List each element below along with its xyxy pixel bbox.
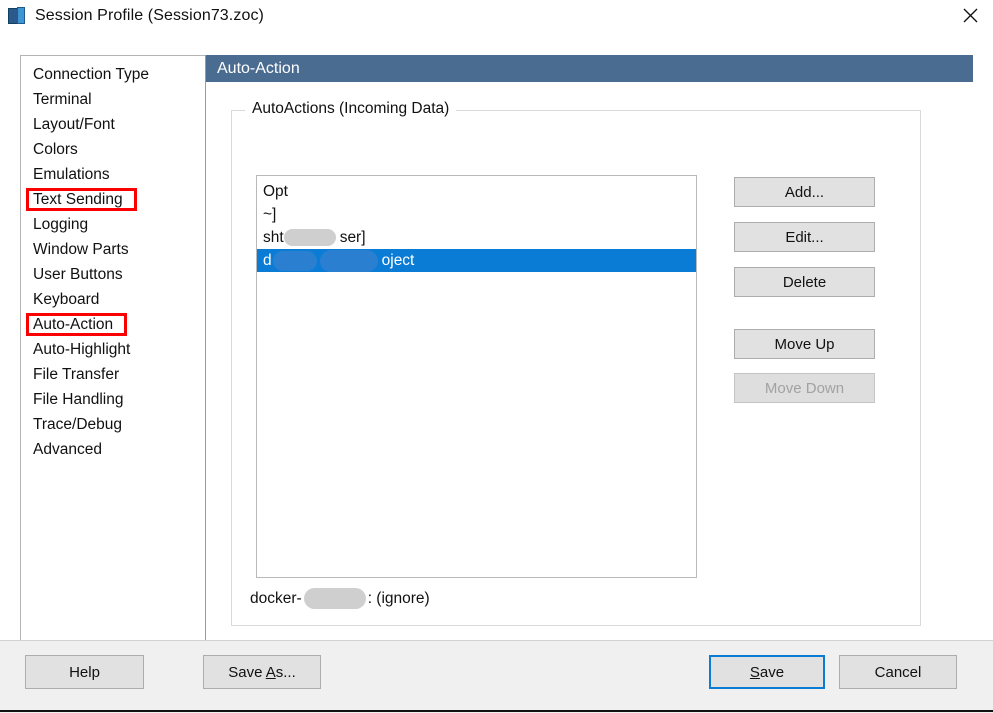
sidebar-item-label: Emulations: [33, 166, 110, 183]
move-down-button-label: Move Down: [764, 379, 845, 397]
sidebar-item-label: Text Sending: [33, 191, 123, 208]
sidebar-item-label: File Transfer: [33, 366, 120, 383]
sidebar-item-colors[interactable]: Colors: [21, 137, 205, 162]
sidebar-item-terminal[interactable]: Terminal: [21, 87, 205, 112]
sidebar-item-file-transfer[interactable]: File Transfer: [21, 362, 205, 387]
add-button-label: Add...: [784, 183, 825, 201]
sidebar-item-logging[interactable]: Logging: [21, 212, 205, 237]
list-item[interactable]: d oject: [257, 249, 696, 272]
edit-button-label: Edit...: [785, 228, 824, 246]
close-icon[interactable]: [947, 0, 993, 31]
add-button[interactable]: Add...: [734, 177, 875, 207]
dialog-body: Connection Type Terminal Layout/Font Colors…: [0, 31, 993, 649]
sidebar-item-auto-action[interactable]: Auto-Action: [21, 312, 205, 337]
move-up-button[interactable]: Move Up: [734, 329, 875, 359]
help-button[interactable]: Help: [25, 655, 144, 689]
sidebar-item-auto-highlight[interactable]: Auto-Highlight: [21, 337, 205, 362]
dialog-footer: Help Save As... Save Cancel: [0, 640, 993, 713]
sidebar-item-label: User Buttons: [33, 266, 123, 283]
sidebar-item-window-parts[interactable]: Window Parts: [21, 237, 205, 262]
sidebar-item-label: Advanced: [33, 441, 102, 458]
sidebar-item-keyboard[interactable]: Keyboard: [21, 287, 205, 312]
status-suffix: : (ignore): [367, 589, 430, 607]
redaction-blob: [272, 250, 317, 271]
panel-header: Auto-Action: [206, 55, 973, 82]
cancel-button-label: Cancel: [874, 663, 922, 681]
list-item[interactable]: ~]: [257, 203, 696, 226]
sidebar-item-layout-font[interactable]: Layout/Font: [21, 112, 205, 137]
delete-button-label: Delete: [782, 273, 827, 291]
move-up-button-label: Move Up: [774, 335, 835, 353]
selected-action-summary: docker- : (ignore): [250, 588, 430, 609]
title-bar: Session Profile (Session73.zoc): [0, 0, 993, 31]
sidebar-item-user-buttons[interactable]: User Buttons: [21, 262, 205, 287]
save-as-button[interactable]: Save As...: [203, 655, 321, 689]
autoactions-groupbox-legend: AutoActions (Incoming Data): [245, 100, 457, 118]
sidebar-item-label: Window Parts: [33, 241, 129, 258]
redaction-blob: [283, 229, 336, 247]
list-item-prefix: ~]: [263, 206, 277, 223]
sidebar-item-label: Auto-Action: [33, 316, 114, 333]
sidebar-item-text-sending[interactable]: Text Sending: [21, 187, 205, 212]
move-down-button: Move Down: [734, 373, 875, 403]
list-item[interactable]: sht ser]: [257, 226, 696, 249]
delete-button[interactable]: Delete: [734, 267, 875, 297]
sidebar-item-label: File Handling: [33, 391, 124, 408]
redaction-blob: [319, 249, 378, 272]
sidebar-item-connection-type[interactable]: Connection Type: [21, 62, 205, 87]
list-item-prefix: d: [263, 252, 272, 269]
sidebar-item-emulations[interactable]: Emulations: [21, 162, 205, 187]
sidebar-item-label: Connection Type: [33, 66, 150, 83]
edit-button[interactable]: Edit...: [734, 222, 875, 252]
sidebar-item-label: Terminal: [33, 91, 92, 108]
sidebar-item-label: Logging: [33, 216, 89, 233]
sidebar-item-file-handling[interactable]: File Handling: [21, 387, 205, 412]
sidebar-item-label: Trace/Debug: [33, 416, 123, 433]
list-item-prefix: sht: [263, 229, 284, 246]
list-item-prefix: Opt: [263, 183, 288, 200]
panel-title: Auto-Action: [217, 59, 300, 77]
save-button[interactable]: Save: [709, 655, 825, 689]
sidebar-item-trace-debug[interactable]: Trace/Debug: [21, 412, 205, 437]
sidebar-item-label: Keyboard: [33, 291, 100, 308]
sidebar-item-label: Auto-Highlight: [33, 341, 131, 358]
window-title: Session Profile (Session73.zoc): [35, 6, 264, 24]
list-item-suffix: ser]: [339, 229, 366, 246]
list-item[interactable]: Opt: [257, 180, 696, 203]
autoactions-listbox[interactable]: Opt ~] sht ser] d oject: [256, 175, 697, 578]
status-prefix: docker-: [250, 589, 302, 607]
redaction-blob: [303, 588, 366, 609]
list-item-suffix: oject: [381, 252, 415, 269]
sidebar-item-advanced[interactable]: Advanced: [21, 437, 205, 462]
sidebar-item-label: Layout/Font: [33, 116, 115, 133]
help-button-label: Help: [69, 663, 100, 681]
sidebar-item-label: Colors: [33, 141, 78, 158]
session-profile-icon: [8, 6, 26, 25]
save-button-label: Save: [749, 663, 785, 681]
cancel-button[interactable]: Cancel: [839, 655, 957, 689]
category-list[interactable]: Connection Type Terminal Layout/Font Colors…: [20, 55, 206, 649]
save-as-button-label: Save As...: [228, 663, 296, 681]
